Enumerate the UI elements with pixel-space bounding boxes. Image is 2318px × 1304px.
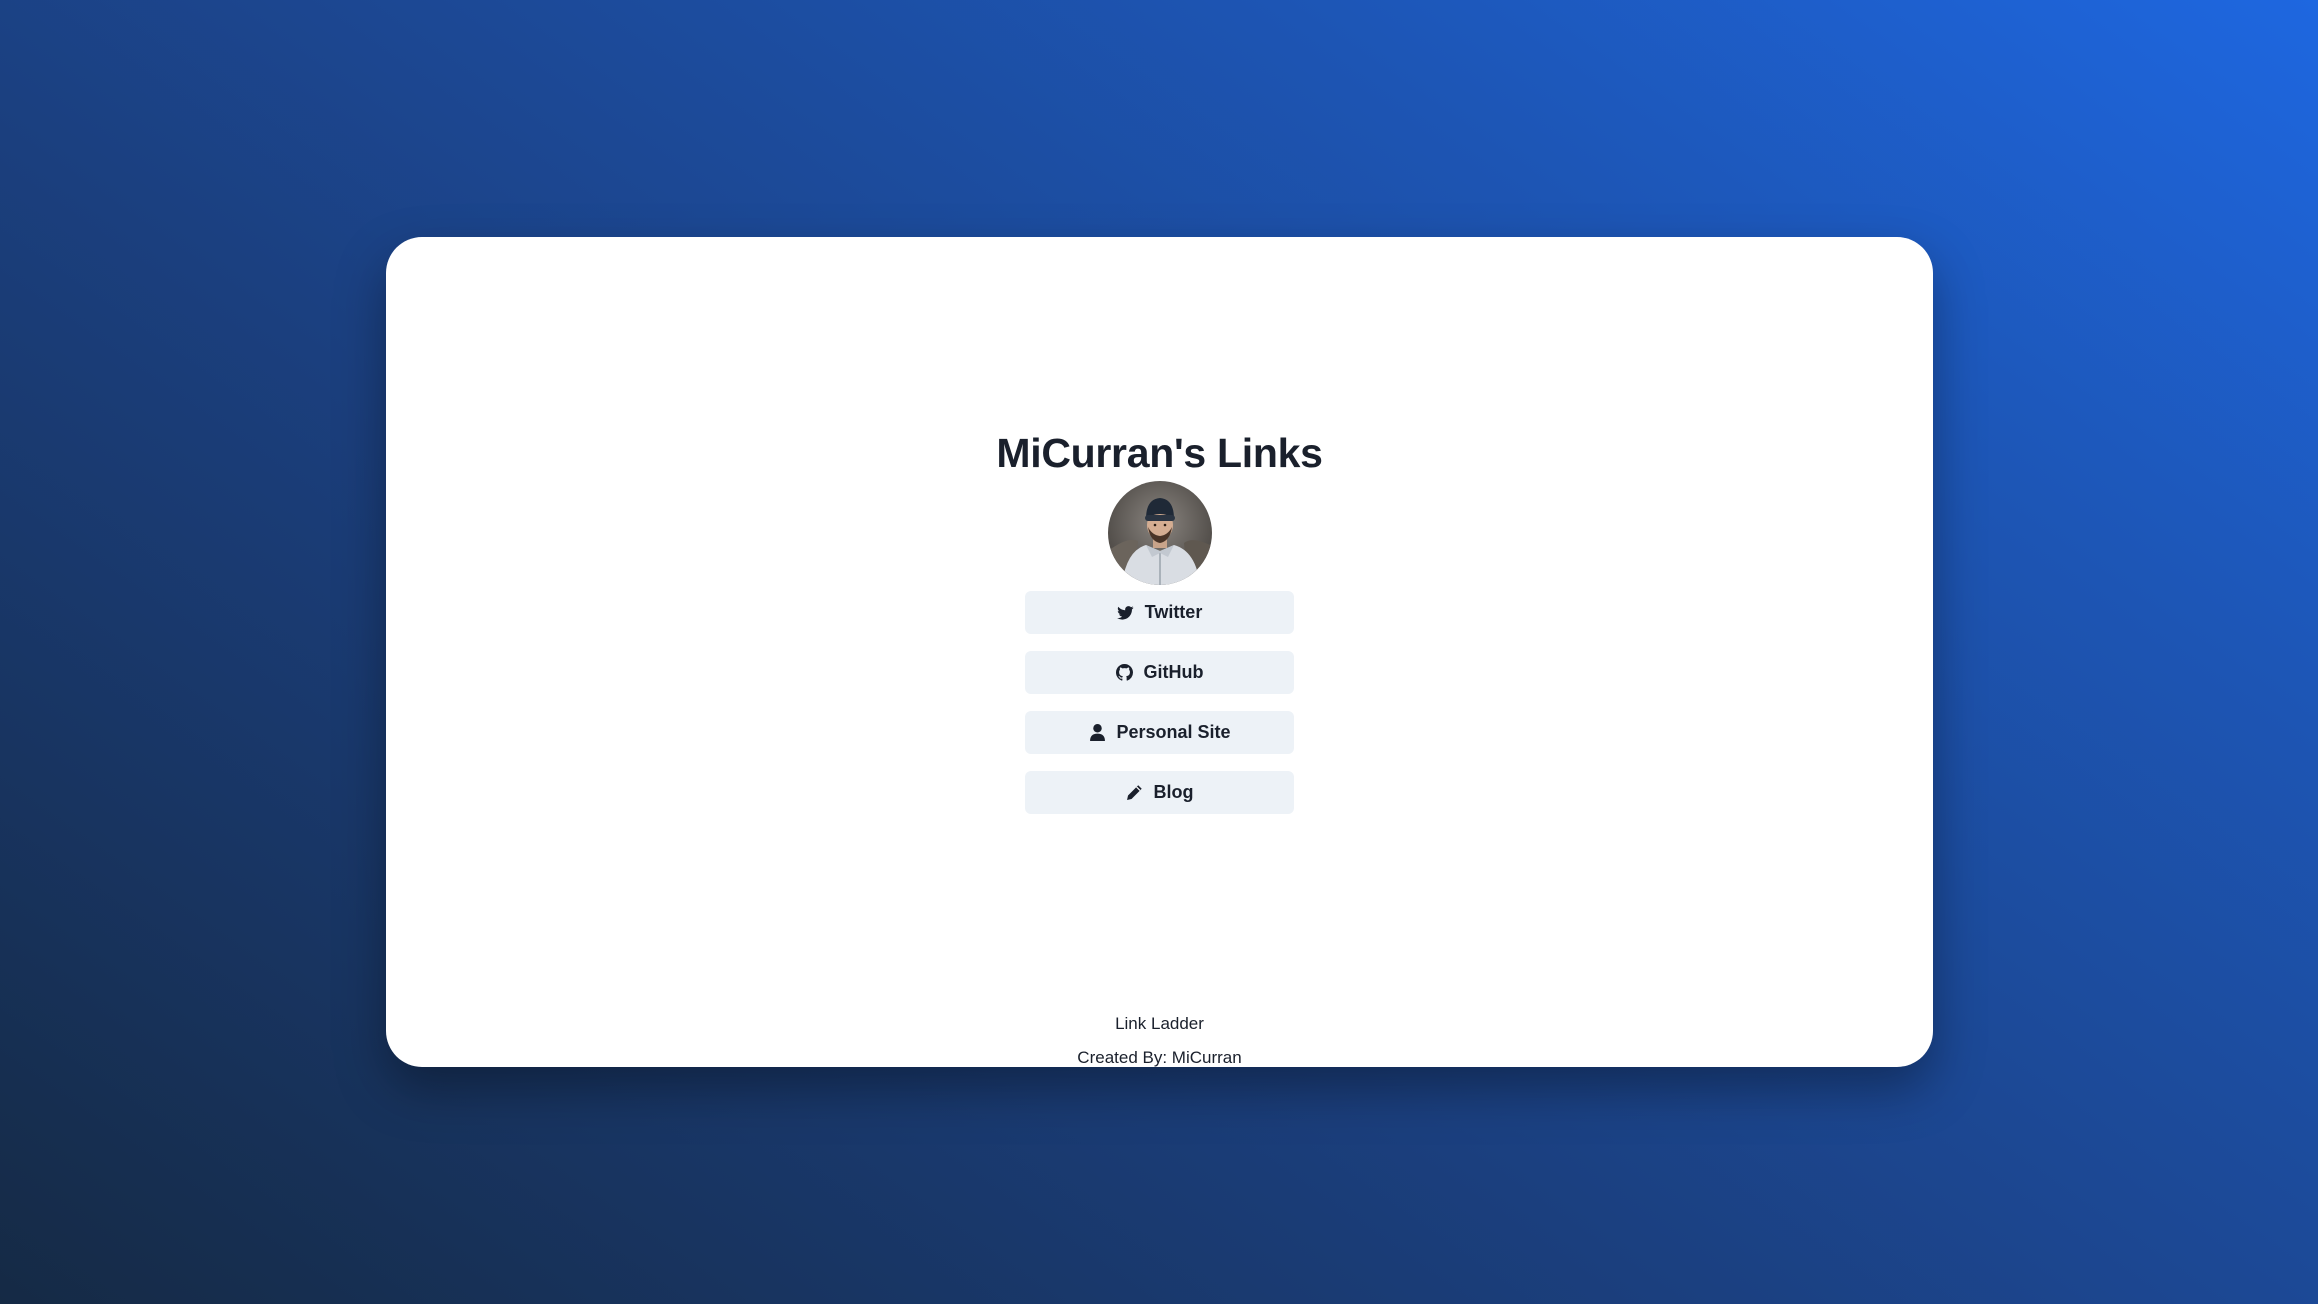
footer-credit: Created By: MiCurran [1077, 1048, 1242, 1067]
blog-link-button[interactable]: Blog [1025, 771, 1294, 814]
footer-app-name: Link Ladder [1115, 1014, 1204, 1033]
twitter-link-button[interactable]: Twitter [1025, 591, 1294, 634]
links-card: MiCurran's Links Twitter GitHub Personal… [386, 237, 1933, 1067]
personal-site-link-button[interactable]: Personal Site [1025, 711, 1294, 754]
links-content: MiCurran's Links Twitter GitHub Personal… [386, 427, 1933, 831]
pencil-icon [1126, 784, 1144, 802]
footer: Link Ladder Created By: MiCurran [386, 1007, 1933, 1067]
avatar [1107, 481, 1212, 585]
personal-site-link-label: Personal Site [1116, 722, 1231, 742]
blog-link-label: Blog [1153, 782, 1194, 802]
twitter-link-label: Twitter [1144, 602, 1203, 622]
profile-photo [1107, 481, 1212, 585]
github-link-button[interactable]: GitHub [1025, 651, 1294, 694]
user-icon [1088, 724, 1106, 742]
page-title: MiCurran's Links [996, 430, 1323, 476]
github-link-label: GitHub [1143, 662, 1204, 682]
github-icon [1116, 664, 1134, 682]
twitter-icon [1117, 604, 1135, 622]
